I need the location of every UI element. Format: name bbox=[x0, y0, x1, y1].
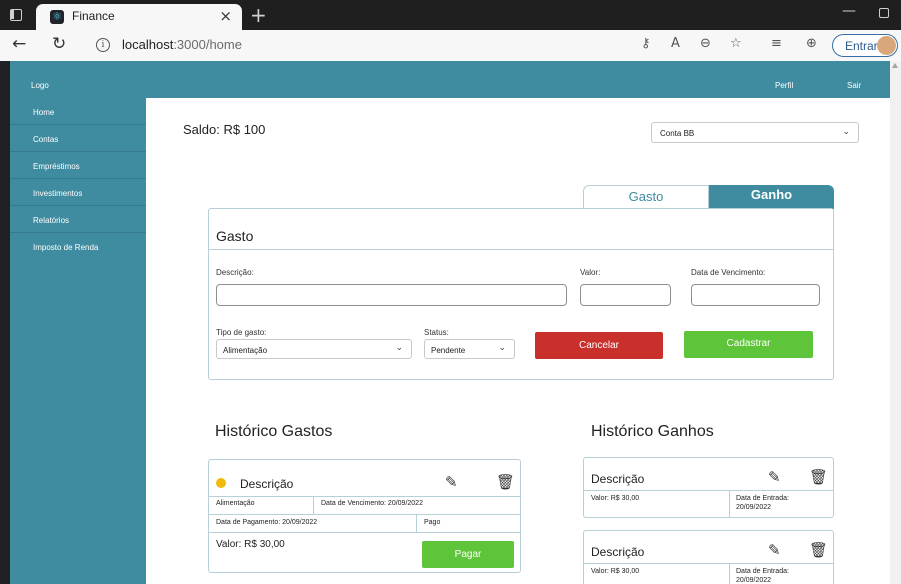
signin-label: Entrar bbox=[845, 39, 878, 53]
ganho-entrada-label: Data de Entrada: bbox=[736, 568, 789, 575]
status-value: Pendente bbox=[431, 346, 466, 355]
app-root: Logo Perfil Sair Home Contas Empréstimos… bbox=[10, 61, 890, 584]
chevron-down-icon: ⌄ bbox=[498, 343, 506, 353]
logo[interactable]: Logo bbox=[31, 81, 49, 90]
status-label: Status: bbox=[424, 328, 449, 337]
gasto-status: Pago bbox=[424, 519, 441, 526]
nav-sair-link[interactable]: Sair bbox=[847, 81, 861, 90]
row-divider bbox=[584, 563, 833, 564]
gasto-form: Gasto Descrição: Valor: Data de Vencimen… bbox=[208, 208, 834, 380]
valor-label: Valor: bbox=[580, 268, 601, 277]
ganho-history-card: Descrição ✎ 🗑 Valor: R$ 30,00 Data de En… bbox=[583, 457, 834, 518]
ganho-valor: Valor: R$ 30,00 bbox=[591, 568, 640, 575]
form-divider bbox=[209, 249, 833, 250]
sidebar-item-investimentos[interactable]: Investimentos bbox=[10, 179, 146, 206]
chevron-down-icon: ⌄ bbox=[395, 343, 403, 353]
tipo-gasto-value: Alimentação bbox=[223, 346, 268, 355]
tab-gasto[interactable]: Gasto bbox=[583, 185, 709, 209]
row-divider bbox=[584, 490, 833, 491]
descricao-label: Descrição: bbox=[216, 268, 254, 277]
form-title: Gasto bbox=[216, 228, 254, 244]
cell-divider bbox=[416, 514, 417, 532]
browser-tab-bar: ⚛ Finance × + — bbox=[0, 0, 901, 30]
ganho-history-card: Descrição ✎ 🗑 Valor: R$ 30,00 Data de En… bbox=[583, 530, 834, 584]
edit-icon[interactable]: ✎ bbox=[768, 541, 781, 559]
address-bar: ← ↻ i localhost:3000/home ⚷ A ⊖ ☆ ≡ ⊕ En… bbox=[0, 30, 901, 61]
cell-divider bbox=[313, 496, 314, 514]
ganho-entrada-date: 20/09/2022 bbox=[736, 504, 772, 511]
edit-icon[interactable]: ✎ bbox=[445, 473, 458, 491]
tipo-gasto-label: Tipo de gasto: bbox=[216, 328, 267, 337]
site-info-icon[interactable]: i bbox=[96, 38, 110, 52]
add-favorite-icon[interactable]: ☆ bbox=[730, 36, 742, 51]
gasto-descricao: Descrição bbox=[240, 477, 294, 491]
status-select[interactable]: Pendente ⌄ bbox=[424, 339, 515, 359]
ganho-descricao: Descrição bbox=[591, 472, 645, 486]
read-aloud-icon[interactable]: A bbox=[671, 36, 680, 51]
sidebar-item-imposto[interactable]: Imposto de Renda bbox=[10, 233, 146, 260]
tab-actions-icon[interactable] bbox=[10, 9, 22, 21]
back-icon[interactable]: ← bbox=[12, 34, 26, 54]
favorites-icon[interactable]: ≡ bbox=[771, 36, 782, 51]
sidebar: Home Contas Empréstimos Investimentos Re… bbox=[10, 98, 146, 584]
gasto-valor: Valor: R$ 30,00 bbox=[216, 539, 285, 550]
status-dot-icon bbox=[216, 478, 226, 488]
nav-perfil-link[interactable]: Perfil bbox=[775, 81, 793, 90]
gasto-history-card: Descrição ✎ 🗑 Alimentação Data de Vencim… bbox=[208, 459, 521, 573]
tab-ganho[interactable]: Ganho bbox=[709, 185, 834, 209]
url-host: localhost bbox=[122, 37, 174, 52]
maximize-icon[interactable] bbox=[879, 8, 889, 18]
ganho-entrada-date: 20/09/2022 bbox=[736, 577, 772, 584]
url-path: :3000/home bbox=[173, 37, 242, 52]
conta-select[interactable]: Conta BB ⌄ bbox=[651, 122, 859, 143]
react-favicon-icon: ⚛ bbox=[50, 10, 64, 24]
conta-select-value: Conta BB bbox=[660, 129, 695, 138]
url-field[interactable]: localhost:3000/home bbox=[122, 37, 242, 52]
row-divider bbox=[209, 496, 520, 497]
page-scrollbar[interactable] bbox=[890, 61, 901, 584]
minimize-icon[interactable]: — bbox=[842, 3, 856, 19]
row-divider bbox=[209, 514, 520, 515]
submit-button[interactable]: Cadastrar bbox=[684, 331, 813, 358]
gasto-tipo: Alimentação bbox=[216, 500, 255, 507]
chevron-down-icon: ⌄ bbox=[842, 127, 850, 137]
top-navbar: Logo Perfil Sair bbox=[10, 61, 890, 98]
edit-icon[interactable]: ✎ bbox=[768, 468, 781, 486]
tab-title: Finance bbox=[72, 9, 115, 23]
pay-button[interactable]: Pagar bbox=[422, 541, 514, 568]
valor-input[interactable] bbox=[580, 284, 671, 306]
signin-button[interactable]: Entrar bbox=[832, 34, 898, 57]
descricao-input[interactable] bbox=[216, 284, 567, 306]
gasto-vencimento: Data de Vencimento: 20/09/2022 bbox=[321, 500, 423, 507]
zoom-icon[interactable]: ⊖ bbox=[700, 36, 711, 51]
cell-divider bbox=[729, 563, 730, 584]
refresh-icon[interactable]: ↻ bbox=[52, 34, 66, 54]
ganho-descricao: Descrição bbox=[591, 545, 645, 559]
sidebar-item-contas[interactable]: Contas bbox=[10, 125, 146, 152]
saldo-display: Saldo: R$ 100 bbox=[183, 122, 266, 137]
delete-icon[interactable]: 🗑 bbox=[809, 541, 828, 559]
row-divider bbox=[209, 532, 520, 533]
avatar bbox=[877, 36, 896, 55]
historico-ganhos-title: Histórico Ganhos bbox=[591, 423, 714, 440]
ganho-entrada-label: Data de Entrada: bbox=[736, 495, 789, 502]
sidebar-item-relatorios[interactable]: Relatórios bbox=[10, 206, 146, 233]
vencimento-label: Data de Vencimento: bbox=[691, 268, 766, 277]
collections-icon[interactable]: ⊕ bbox=[806, 36, 817, 51]
sidebar-item-emprestimos[interactable]: Empréstimos bbox=[10, 152, 146, 179]
sidebar-item-home[interactable]: Home bbox=[10, 98, 146, 125]
cancel-button[interactable]: Cancelar bbox=[535, 332, 663, 359]
browser-tab[interactable]: ⚛ Finance × bbox=[36, 4, 242, 30]
delete-icon[interactable]: 🗑 bbox=[809, 468, 828, 486]
ganho-valor: Valor: R$ 30,00 bbox=[591, 495, 640, 502]
delete-icon[interactable]: 🗑 bbox=[496, 473, 515, 491]
new-tab-icon[interactable]: + bbox=[250, 3, 267, 27]
cell-divider bbox=[729, 490, 730, 517]
gasto-pagamento: Data de Pagamento: 20/09/2022 bbox=[216, 519, 318, 526]
password-key-icon[interactable]: ⚷ bbox=[641, 36, 651, 51]
historico-gastos-title: Histórico Gastos bbox=[215, 423, 333, 440]
vencimento-input[interactable] bbox=[691, 284, 820, 306]
tab-close-icon[interactable]: × bbox=[219, 7, 232, 25]
tipo-gasto-select[interactable]: Alimentação ⌄ bbox=[216, 339, 412, 359]
